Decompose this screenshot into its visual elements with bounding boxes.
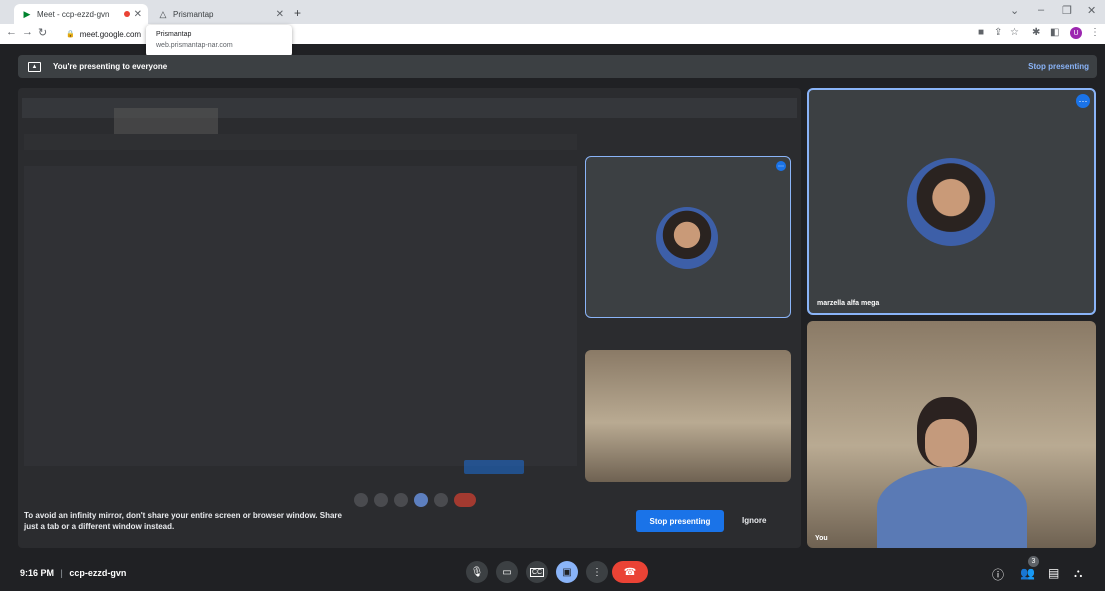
participant-tile-marzella[interactable]: ⋯ marzella alfa mega bbox=[807, 88, 1096, 315]
chat-icon[interactable]: ▤ bbox=[1048, 566, 1059, 580]
presenting-text: You're presenting to everyone bbox=[53, 62, 168, 71]
people-icon[interactable]: 👥 bbox=[1020, 566, 1035, 580]
captions-icon: CC bbox=[529, 567, 545, 577]
hover-card-title: Prismantap bbox=[156, 31, 192, 38]
share-icon[interactable]: ⇪ bbox=[994, 27, 1002, 38]
star-icon[interactable]: ☆ bbox=[1010, 27, 1019, 38]
presenting-banner: ▲ You're presenting to everyone Stop pre… bbox=[18, 55, 1097, 78]
mirror-inner-share bbox=[24, 166, 577, 466]
activities-icon[interactable]: ⛬ bbox=[1074, 566, 1082, 581]
captions-button[interactable]: CC bbox=[526, 561, 548, 583]
shared-screen: ⋯ bbox=[18, 88, 801, 548]
maximize-icon[interactable]: ❐ bbox=[1062, 4, 1072, 17]
microphone-icon: 🎙 bbox=[470, 566, 484, 578]
present-screen-icon: ▲ bbox=[28, 61, 41, 72]
mirror-avatar bbox=[656, 207, 718, 269]
present-screen-button[interactable]: ▣ bbox=[556, 561, 578, 583]
participant-name: marzella alfa mega bbox=[817, 300, 880, 307]
recording-dot-icon bbox=[124, 11, 130, 17]
hover-card-url: web.prismantap-nar.com bbox=[156, 42, 233, 49]
banner-stop-presenting-button[interactable]: Stop presenting bbox=[1028, 62, 1089, 71]
self-video-shirt bbox=[877, 467, 1027, 548]
participant-tile-you[interactable]: You bbox=[807, 321, 1096, 548]
meeting-info-icon[interactable]: ⓘ bbox=[992, 566, 1004, 583]
microphone-toggle-button[interactable]: 🎙 bbox=[466, 561, 488, 583]
new-tab-button[interactable]: + bbox=[294, 6, 301, 20]
tab-hover-card: Prismantap web.prismantap-nar.com bbox=[146, 25, 292, 57]
tab-prismantap[interactable]: △ Prismantap ✕ bbox=[150, 4, 290, 24]
present-icon: ▣ bbox=[562, 566, 572, 578]
camera-toggle-button[interactable]: ▭ bbox=[496, 561, 518, 583]
participant-name: You bbox=[815, 535, 828, 542]
infinity-mirror-notice: To avoid an infinity mirror, don't share… bbox=[24, 510, 624, 532]
meeting-details: 9:16 PM | ccp-ezzd-gvn bbox=[20, 568, 126, 578]
hang-up-icon: ☎ bbox=[623, 566, 637, 578]
tab-meet-title: Meet - ccp-ezzd-gvn bbox=[37, 9, 110, 19]
tab-prismantap-title: Prismantap bbox=[173, 9, 214, 19]
mirror-controls bbox=[24, 493, 584, 507]
stop-presenting-button[interactable]: Stop presenting bbox=[636, 510, 724, 532]
meeting-control-bar bbox=[0, 555, 1105, 591]
close-tab-icon[interactable]: ✕ bbox=[134, 9, 142, 20]
separator: | bbox=[60, 568, 63, 578]
mirror-stop-button bbox=[464, 460, 524, 474]
notice-line-2: just a tab or a different window instead… bbox=[24, 522, 175, 531]
close-window-icon[interactable]: ✕ bbox=[1087, 4, 1096, 17]
mirror-hover-card bbox=[114, 108, 218, 136]
url-text: meet.google.com bbox=[79, 29, 142, 39]
camera-icon: ▭ bbox=[502, 566, 512, 578]
lock-icon: 🔒 bbox=[66, 31, 75, 38]
people-count-badge: 3 bbox=[1028, 556, 1039, 567]
forward-icon[interactable]: → bbox=[22, 26, 33, 38]
mirror-tile-marzella: ⋯ bbox=[585, 156, 791, 318]
sidebar-icon[interactable]: ◧ bbox=[1050, 27, 1059, 38]
mirror-banner bbox=[24, 134, 577, 150]
tab-search-icon[interactable]: ⌄ bbox=[1010, 4, 1019, 17]
camera-icon[interactable]: ■ bbox=[978, 27, 984, 38]
ignore-button[interactable]: Ignore bbox=[742, 516, 766, 525]
menu-kebab-icon[interactable]: ⋮ bbox=[1090, 27, 1100, 38]
meet-favicon-icon: ▶ bbox=[23, 8, 31, 19]
reload-icon[interactable]: ↻ bbox=[38, 26, 47, 39]
minimize-icon[interactable]: – bbox=[1038, 4, 1044, 16]
mirror-tile-you bbox=[585, 350, 791, 482]
prismantap-favicon-icon: △ bbox=[159, 8, 167, 19]
profile-avatar[interactable]: U bbox=[1070, 27, 1082, 39]
mirror-more-icon: ⋯ bbox=[776, 161, 786, 171]
current-time: 9:16 PM bbox=[20, 568, 55, 578]
participant-avatar bbox=[907, 158, 995, 246]
more-vertical-icon: ⋮ bbox=[592, 566, 602, 578]
leave-call-button[interactable]: ☎ bbox=[612, 561, 648, 583]
tab-meet[interactable]: ▶ Meet - ccp-ezzd-gvn ✕ bbox=[14, 4, 148, 24]
close-tab-icon[interactable]: ✕ bbox=[276, 9, 284, 20]
extensions-icon[interactable]: ✱ bbox=[1032, 27, 1040, 38]
self-video-face bbox=[925, 419, 969, 467]
back-icon[interactable]: ← bbox=[6, 26, 17, 38]
more-options-icon[interactable]: ⋯ bbox=[1076, 94, 1090, 108]
notice-line-1: To avoid an infinity mirror, don't share… bbox=[24, 511, 342, 520]
more-options-button[interactable]: ⋮ bbox=[586, 561, 608, 583]
meeting-code: ccp-ezzd-gvn bbox=[69, 568, 127, 578]
